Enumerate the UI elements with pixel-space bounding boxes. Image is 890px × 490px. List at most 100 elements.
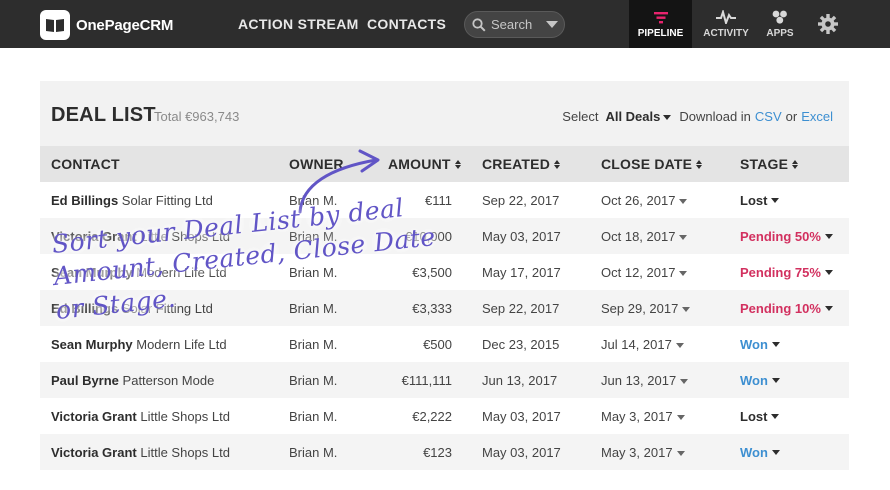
- brand-name: OnePageCRM: [76, 16, 174, 34]
- table-row[interactable]: Sean Murphy Modern Life Ltd Brian M. €3,50…: [40, 254, 849, 290]
- download-csv-link[interactable]: CSV: [755, 109, 782, 124]
- column-created[interactable]: CREATED: [482, 156, 561, 172]
- close-date-value: May 3, 2017: [601, 409, 673, 424]
- close-date-value: May 3, 2017: [601, 445, 673, 460]
- table-row[interactable]: Ed Billings Solar Fitting Ltd Brian M. €3,…: [40, 290, 849, 326]
- table-row[interactable]: Ed Billings Solar Fitting Ltd Brian M. €11…: [40, 182, 849, 218]
- close-date-cell[interactable]: Oct 26, 2017: [601, 193, 688, 208]
- close-date-cell[interactable]: Oct 12, 2017: [601, 265, 688, 280]
- contact-name: Sean Murphy: [51, 337, 133, 352]
- tab-activity[interactable]: ACTIVITY: [697, 0, 755, 48]
- pulse-icon: [716, 10, 736, 24]
- stage-value: Lost: [740, 409, 768, 424]
- or-label: or: [785, 109, 798, 124]
- table-header-row: CONTACT OWNER AMOUNT CREATED CLOSE DATE …: [40, 146, 849, 182]
- contact-company: Patterson Mode: [122, 373, 215, 388]
- download-label: Download in: [679, 109, 751, 124]
- close-date-cell[interactable]: Jun 13, 2017: [601, 373, 689, 388]
- settings-button[interactable]: [817, 13, 839, 40]
- contact-company: Modern Life Ltd: [136, 265, 227, 280]
- close-date-cell[interactable]: Jul 14, 2017: [601, 337, 684, 352]
- close-date-cell[interactable]: Sep 29, 2017: [601, 301, 691, 316]
- stage-cell[interactable]: Lost: [740, 193, 780, 208]
- amount-cell: €500: [423, 337, 452, 352]
- sort-icon: [696, 159, 703, 169]
- stage-cell[interactable]: Won: [740, 373, 780, 388]
- column-created-label: CREATED: [482, 156, 551, 172]
- tab-apps[interactable]: APPS: [760, 0, 800, 48]
- close-date-cell[interactable]: May 3, 2017: [601, 409, 685, 424]
- contact-name: Victoria Grant: [51, 445, 137, 460]
- tab-apps-label: APPS: [766, 28, 794, 39]
- download-excel-link[interactable]: Excel: [801, 109, 833, 124]
- contact-name: Paul Byrne: [51, 373, 119, 388]
- amount-cell: €3,333: [412, 301, 452, 316]
- owner-cell: Brian M.: [289, 337, 338, 352]
- contact-cell[interactable]: Victoria Grant Little Shops Ltd: [51, 445, 230, 460]
- tab-pipeline[interactable]: PIPELINE: [629, 0, 692, 48]
- close-date-value: Jul 14, 2017: [601, 337, 672, 352]
- chevron-down-icon: [680, 379, 689, 385]
- stage-cell[interactable]: Pending 50%: [740, 229, 833, 244]
- select-label: Select: [562, 109, 599, 124]
- table-row[interactable]: Paul Byrne Patterson Mode Brian M. €111,11…: [40, 362, 849, 398]
- nav-action-stream[interactable]: ACTION STREAM: [238, 16, 359, 32]
- table-row[interactable]: Victoria Grant Little Shops Ltd Brian M. €…: [40, 218, 849, 254]
- table-row[interactable]: Victoria Grant Little Shops Ltd Brian M. €…: [40, 434, 849, 470]
- table-row[interactable]: Sean Murphy Modern Life Ltd Brian M. €500 D…: [40, 326, 849, 362]
- brand-logo[interactable]: OnePageCRM: [40, 10, 173, 40]
- contact-company: Little Shops Ltd: [140, 445, 230, 460]
- stage-cell[interactable]: Lost: [740, 409, 780, 424]
- chevron-down-icon: [824, 306, 833, 311]
- stage-value: Won: [740, 373, 768, 388]
- contact-cell[interactable]: Victoria Grant Little Shops Ltd: [51, 409, 230, 424]
- contact-name: Sean Murphy: [51, 265, 133, 280]
- column-close-date[interactable]: CLOSE DATE: [601, 156, 703, 172]
- contact-company: Little Shops Ltd: [140, 409, 230, 424]
- contact-name: Ed Billings: [51, 301, 119, 316]
- top-nav-bar: OnePageCRM ACTION STREAM CONTACTS Search…: [0, 0, 890, 48]
- search-dropdown-icon[interactable]: [546, 21, 558, 28]
- chevron-down-icon: [771, 450, 780, 455]
- contact-company: Solar Fitting Ltd: [121, 193, 213, 208]
- contact-cell[interactable]: Sean Murphy Modern Life Ltd: [51, 265, 227, 280]
- chevron-down-icon: [679, 199, 688, 205]
- sort-icon: [454, 159, 461, 169]
- search-box[interactable]: Search: [464, 11, 565, 38]
- contact-cell[interactable]: Victoria Grant Little Shops Ltd: [51, 229, 230, 244]
- stage-cell[interactable]: Pending 10%: [740, 301, 833, 316]
- created-cell: Sep 22, 2017: [482, 301, 560, 316]
- contact-cell[interactable]: Sean Murphy Modern Life Ltd: [51, 337, 227, 352]
- owner-cell: Brian M.: [289, 301, 338, 316]
- amount-cell: €3,500: [412, 265, 452, 280]
- stage-cell[interactable]: Pending 75%: [740, 265, 833, 280]
- deal-list-panel: DEAL LIST Total €963,743 Select All Deal…: [40, 81, 849, 470]
- chevron-down-icon: [675, 343, 684, 349]
- close-date-cell[interactable]: May 3, 2017: [601, 445, 685, 460]
- contact-cell[interactable]: Ed Billings Solar Fitting Ltd: [51, 301, 213, 316]
- table-row[interactable]: Victoria Grant Little Shops Ltd Brian M. €…: [40, 398, 849, 434]
- stage-cell[interactable]: Won: [740, 445, 780, 460]
- chevron-down-icon: [771, 378, 780, 383]
- stage-cell[interactable]: Won: [740, 337, 780, 352]
- search-placeholder: Search: [491, 17, 533, 32]
- owner-cell: Brian M.: [289, 409, 338, 424]
- stage-value: Pending 10%: [740, 301, 821, 316]
- contact-name: Ed Billings: [51, 193, 119, 208]
- funnel-icon: [653, 12, 668, 24]
- created-cell: May 03, 2017: [482, 229, 561, 244]
- column-amount[interactable]: AMOUNT: [388, 156, 461, 172]
- column-owner[interactable]: OWNER: [289, 156, 344, 172]
- chevron-down-icon: [824, 234, 833, 239]
- created-cell: Jun 13, 2017: [482, 373, 558, 388]
- contact-cell[interactable]: Paul Byrne Patterson Mode: [51, 373, 214, 388]
- contact-cell[interactable]: Ed Billings Solar Fitting Ltd: [51, 193, 213, 208]
- deal-filter-select[interactable]: All Deals: [605, 109, 672, 124]
- column-contact[interactable]: CONTACT: [51, 156, 120, 172]
- nav-contacts[interactable]: CONTACTS: [367, 16, 446, 32]
- column-stage[interactable]: STAGE: [740, 156, 799, 172]
- deal-list-header: DEAL LIST Total €963,743 Select All Deal…: [40, 81, 849, 146]
- amount-cell: €10,000: [405, 229, 452, 244]
- column-amount-label: AMOUNT: [388, 156, 451, 172]
- close-date-cell[interactable]: Oct 18, 2017: [601, 229, 688, 244]
